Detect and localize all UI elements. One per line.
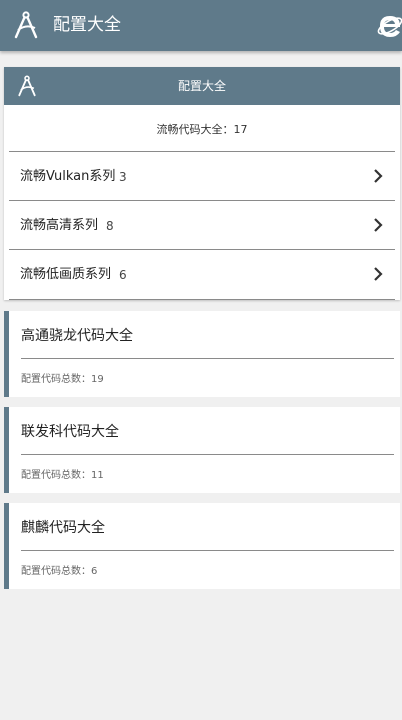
vendor-card-snapdragon[interactable]: 高通骁龙代码大全 配置代码总数：19 bbox=[4, 311, 400, 397]
series-count: 8 bbox=[106, 219, 114, 233]
series-count: 3 bbox=[119, 170, 127, 184]
vendor-code-count: 配置代码总数：19 bbox=[21, 374, 104, 385]
divider bbox=[21, 358, 394, 359]
series-item-vulkan[interactable]: 流畅Vulkan系列 3 bbox=[9, 151, 395, 200]
divider bbox=[21, 454, 394, 455]
vendor-code-count: 配置代码总数：6 bbox=[21, 566, 98, 577]
series-label: 流畅低画质系列 bbox=[20, 267, 112, 282]
divider bbox=[21, 550, 394, 551]
compass-icon bbox=[14, 11, 38, 39]
chevron-right-icon bbox=[374, 218, 383, 232]
chevron-right-icon bbox=[374, 267, 383, 281]
app-bar: 配置大全 bbox=[0, 0, 402, 51]
chevron-right-icon bbox=[374, 169, 383, 183]
series-label: 流畅高清系列 bbox=[20, 218, 99, 233]
internet-explorer-icon[interactable] bbox=[376, 13, 402, 39]
vendor-title: 联发科代码大全 bbox=[21, 424, 119, 440]
vendor-title: 麒麟代码大全 bbox=[21, 520, 105, 536]
card-header-title: 配置大全 bbox=[177, 79, 226, 93]
series-item-low-quality[interactable]: 流畅低画质系列 6 bbox=[9, 249, 395, 298]
series-count: 6 bbox=[119, 268, 127, 282]
vendor-title: 高通骁龙代码大全 bbox=[21, 328, 133, 344]
series-item-hd[interactable]: 流畅高清系列 8 bbox=[9, 200, 395, 249]
divider bbox=[9, 299, 395, 300]
vendor-card-kirin[interactable]: 麒麟代码大全 配置代码总数：6 bbox=[4, 503, 400, 589]
smooth-code-total: 流畅代码大全：17 bbox=[156, 123, 248, 136]
app-title: 配置大全 bbox=[53, 15, 121, 35]
vendor-code-count: 配置代码总数：11 bbox=[21, 470, 104, 481]
vendor-card-mediatek[interactable]: 联发科代码大全 配置代码总数：11 bbox=[4, 407, 400, 493]
config-summary-card: 配置大全 流畅代码大全：17 流畅Vulkan系列 3 流畅高清系列 8 流畅低… bbox=[4, 67, 400, 300]
series-label: 流畅Vulkan系列 bbox=[20, 169, 116, 184]
card-header: 配置大全 bbox=[4, 67, 400, 105]
